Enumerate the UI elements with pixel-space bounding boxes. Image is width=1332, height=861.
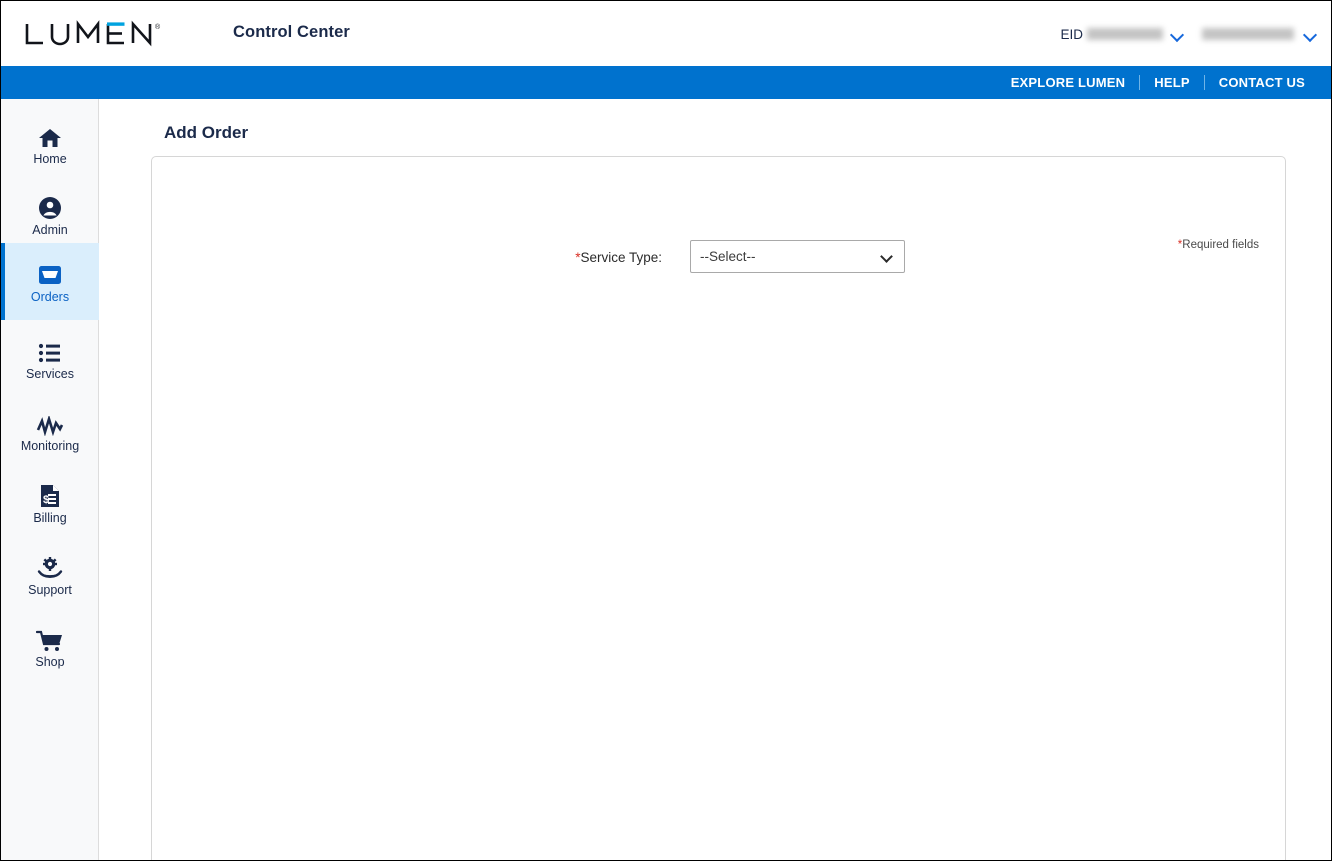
nav-link-help[interactable]: HELP bbox=[1140, 66, 1203, 99]
registered-mark: ® bbox=[155, 23, 161, 31]
inbox-tray-icon bbox=[37, 259, 63, 287]
service-type-select[interactable]: --Select-- bbox=[690, 240, 905, 273]
sidebar-item-label: Billing bbox=[33, 510, 67, 525]
sidebar-item-services[interactable]: Services bbox=[1, 322, 99, 394]
user-name-redacted bbox=[1202, 28, 1294, 40]
utility-nav-bar: EXPLORE LUMEN HELP CONTACT US bbox=[1, 66, 1331, 99]
sidebar-item-label: Orders bbox=[30, 290, 70, 304]
sidebar-item-orders[interactable]: Orders bbox=[1, 243, 99, 320]
sidebar-item-label: Admin bbox=[32, 222, 68, 237]
invoice-icon: $ bbox=[39, 480, 61, 508]
service-type-label: *Service Type: bbox=[482, 250, 662, 265]
eid-value-redacted bbox=[1087, 28, 1163, 40]
user-circle-icon bbox=[38, 192, 62, 220]
service-type-label-text: Service Type: bbox=[580, 250, 662, 265]
main-content: Add Order *Required fields *Service Type… bbox=[100, 99, 1331, 860]
sidebar-item-label: Support bbox=[28, 582, 72, 597]
eid-label: EID bbox=[1060, 26, 1083, 42]
sidebar-item-label: Monitoring bbox=[20, 438, 80, 453]
list-icon bbox=[37, 336, 63, 364]
sidebar-item-monitoring[interactable]: Monitoring bbox=[1, 394, 99, 466]
nav-link-contact-us[interactable]: CONTACT US bbox=[1205, 66, 1319, 99]
pulse-line-icon bbox=[36, 408, 64, 436]
order-form-card: *Required fields *Service Type: --Select… bbox=[151, 156, 1286, 860]
sidebar-item-support[interactable]: Support bbox=[1, 538, 99, 610]
shopping-cart-icon bbox=[36, 624, 64, 652]
lumen-logo[interactable]: ® bbox=[24, 20, 174, 48]
page-title: Add Order bbox=[164, 123, 249, 143]
chevron-down-icon bbox=[1304, 30, 1317, 39]
sidebar-item-label: Shop bbox=[35, 654, 65, 669]
service-type-field-row: *Service Type: --Select-- bbox=[152, 237, 1285, 277]
service-type-selected-value: --Select-- bbox=[700, 249, 756, 264]
nav-link-explore-lumen[interactable]: EXPLORE LUMEN bbox=[997, 66, 1140, 99]
account-controls: EID bbox=[1060, 20, 1317, 48]
application-window: ® Control Center EID EXPLORE LUMEN HELP … bbox=[0, 0, 1332, 861]
sidebar-item-billing[interactable]: $ Billing bbox=[1, 466, 99, 538]
sidebar-item-home[interactable]: Home bbox=[1, 107, 99, 179]
gear-hand-icon bbox=[37, 552, 63, 580]
lumen-logo-icon: ® bbox=[25, 20, 161, 47]
user-menu[interactable] bbox=[1202, 20, 1317, 48]
chevron-down-icon bbox=[1171, 30, 1184, 39]
eid-selector[interactable]: EID bbox=[1060, 20, 1184, 48]
home-icon bbox=[38, 121, 62, 149]
svg-text:$: $ bbox=[43, 494, 49, 506]
sidebar-item-label: Services bbox=[26, 366, 74, 381]
primary-sidebar: Home Admin Orders Services Monitoring $ … bbox=[1, 99, 99, 860]
sidebar-item-shop[interactable]: Shop bbox=[1, 610, 99, 682]
sidebar-item-label: Home bbox=[33, 151, 67, 166]
sidebar-item-admin[interactable]: Admin bbox=[1, 178, 99, 250]
brand-title: Control Center bbox=[233, 23, 350, 41]
top-header-bar: ® Control Center EID bbox=[1, 1, 1331, 66]
chevron-down-icon bbox=[882, 253, 893, 260]
